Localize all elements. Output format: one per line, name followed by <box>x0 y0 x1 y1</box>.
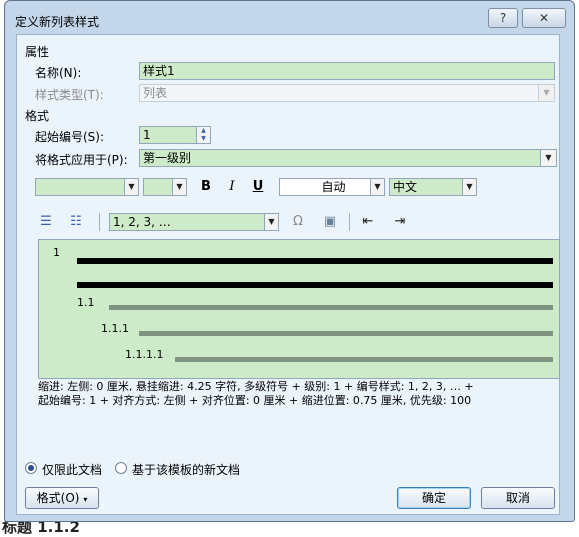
underline-button[interactable]: U <box>249 178 267 196</box>
format-button-label: 格式(O) <box>36 491 80 505</box>
bulleted-list-icon[interactable]: ☷ <box>67 213 85 231</box>
numbering-style-select[interactable]: 1, 2, 3, … ▼ <box>109 213 279 231</box>
chevron-down-icon[interactable]: ▼ <box>264 214 278 230</box>
new-list-style-dialog: 定义新列表样式 ? ✕ 属性 名称(N): 样式1 样式类型(T): 列表 ▼ … <box>4 0 575 522</box>
font-size-select[interactable]: ▼ <box>143 178 187 196</box>
format-description: 缩进: 左侧: 0 厘米, 悬挂缩进: 4.25 字符, 多级符号 + 级别: … <box>38 380 560 408</box>
dialog-body: 属性 名称(N): 样式1 样式类型(T): 列表 ▼ 格式 起始编号(S): … <box>16 34 560 515</box>
increase-indent-icon[interactable]: ⇥ <box>391 213 409 231</box>
font-name-select[interactable]: ▼ <box>35 178 139 196</box>
this-document-label[interactable]: 仅限此文档 <box>42 461 102 478</box>
preview-level-4-number: 1.1.1.1 <box>125 348 164 361</box>
chevron-down-icon: ▼ <box>538 85 554 101</box>
preview-level-2-number: 1.1 <box>77 296 95 309</box>
stepper-arrows[interactable]: ▲ ▼ <box>196 127 210 143</box>
toolbar-separator <box>349 213 350 231</box>
start-number-value: 1 <box>143 128 151 142</box>
start-number-label: 起始编号(S): <box>35 130 105 144</box>
numbered-list-icon[interactable]: ☰ <box>37 213 55 231</box>
chevron-down-icon[interactable]: ▼ <box>462 179 476 195</box>
toolbar-separator <box>99 213 100 231</box>
format-section-label: 格式 <box>25 109 50 123</box>
picture-icon[interactable]: ▣ <box>321 213 339 231</box>
format-menu-button[interactable]: 格式(O) ▾ <box>25 487 99 509</box>
preview-level-1-line <box>77 282 553 288</box>
bold-button[interactable]: B <box>197 178 215 196</box>
properties-section-label: 属性 <box>25 45 50 59</box>
close-button[interactable]: ✕ <box>522 8 566 28</box>
name-label: 名称(N): <box>35 66 82 80</box>
preview-level-1-line <box>77 258 553 264</box>
start-number-stepper[interactable]: 1 ▲ ▼ <box>139 126 211 144</box>
numbering-style-value: 1, 2, 3, … <box>113 215 171 229</box>
description-line-2: 起始编号: 1 + 对齐方式: 左侧 + 对齐位置: 0 厘米 + 缩进位置: … <box>38 394 472 407</box>
style-type-select: 列表 ▼ <box>139 84 555 102</box>
apply-to-select[interactable]: 第一级别 ▼ <box>139 149 557 167</box>
script-value: 中文 <box>393 180 418 194</box>
stepper-up-icon[interactable]: ▲ <box>197 127 210 135</box>
template-radio[interactable] <box>115 462 127 474</box>
symbol-icon[interactable]: Ω <box>289 213 307 231</box>
script-select[interactable]: 中文 ▼ <box>389 178 477 196</box>
preview-level-4-line <box>175 357 553 362</box>
apply-to-value: 第一级别 <box>143 151 192 165</box>
title-bar[interactable]: 定义新列表样式 ? ✕ <box>5 1 574 35</box>
preview-level-1-number: 1 <box>53 246 60 259</box>
stepper-down-icon[interactable]: ▼ <box>197 135 210 143</box>
font-color-select[interactable]: 自动 ▼ <box>279 178 385 196</box>
ok-button[interactable]: 确定 <box>397 487 471 509</box>
list-preview: 1 1.1 1.1.1 1.1.1.1 <box>38 239 560 379</box>
name-input[interactable]: 样式1 <box>139 62 555 80</box>
preview-level-3-line <box>139 331 553 336</box>
preview-level-3-number: 1.1.1 <box>101 322 129 335</box>
description-line-1: 缩进: 左侧: 0 厘米, 悬挂缩进: 4.25 字符, 多级符号 + 级别: … <box>38 380 474 393</box>
style-type-value: 列表 <box>143 86 168 100</box>
style-type-label: 样式类型(T): <box>35 88 104 102</box>
chevron-down-icon[interactable]: ▼ <box>540 150 556 166</box>
cancel-button[interactable]: 取消 <box>481 487 555 509</box>
this-document-radio[interactable] <box>25 462 37 474</box>
font-color-value: 自动 <box>321 180 346 194</box>
chevron-down-icon[interactable]: ▼ <box>370 179 384 195</box>
template-label[interactable]: 基于该模板的新文档 <box>132 461 240 478</box>
chevron-down-icon[interactable]: ▼ <box>172 179 186 195</box>
chevron-down-icon[interactable]: ▼ <box>124 179 138 195</box>
help-button[interactable]: ? <box>488 8 518 28</box>
decrease-indent-icon[interactable]: ⇤ <box>359 213 377 231</box>
dropdown-arrow-icon: ▾ <box>83 495 88 504</box>
italic-button[interactable]: I <box>223 178 241 196</box>
apply-to-label: 将格式应用于(P): <box>35 153 128 167</box>
dialog-title: 定义新列表样式 <box>15 15 100 29</box>
preview-level-2-line <box>109 305 553 310</box>
